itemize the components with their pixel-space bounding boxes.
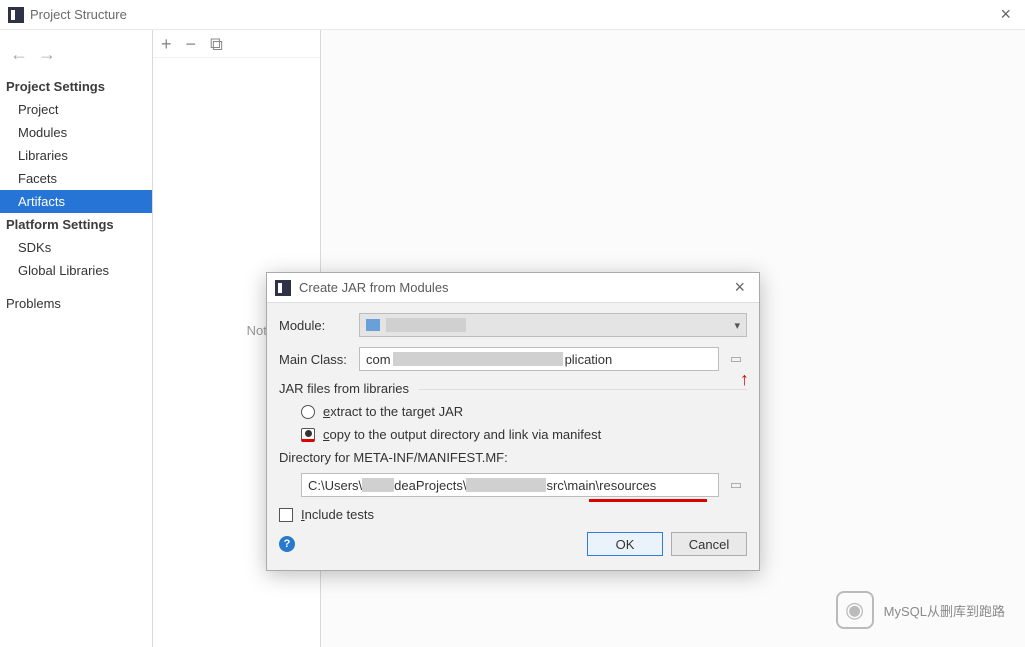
back-icon[interactable]: ← bbox=[10, 44, 28, 65]
radio-copy[interactable]: copy to the output directory and link vi… bbox=[279, 427, 747, 442]
watermark-text: MySQL从删库到跑路 bbox=[884, 601, 1005, 620]
cancel-button[interactable]: Cancel bbox=[671, 532, 747, 556]
sidebar-item-sdks[interactable]: SDKs bbox=[0, 236, 152, 259]
sidebar-item-libraries[interactable]: Libraries bbox=[0, 144, 152, 167]
module-combobox[interactable]: ▾ bbox=[359, 313, 747, 337]
sidebar-item-facets[interactable]: Facets bbox=[0, 167, 152, 190]
copy-icon[interactable]: ⧉ bbox=[210, 35, 223, 53]
help-icon[interactable]: ? bbox=[279, 536, 295, 552]
redacted-project bbox=[466, 478, 546, 492]
forward-icon[interactable]: → bbox=[38, 44, 56, 65]
sidebar-item-global-libraries[interactable]: Global Libraries bbox=[0, 259, 152, 282]
dir-part2: deaProjects\ bbox=[394, 478, 466, 493]
radio-icon bbox=[301, 405, 315, 419]
sidebar-item-modules[interactable]: Modules bbox=[0, 121, 152, 144]
dir-part3: src\main\resources bbox=[546, 478, 656, 493]
jar-files-fieldset-label: JAR files from libraries bbox=[279, 381, 747, 396]
app-icon bbox=[275, 280, 291, 296]
section-project-settings: Project Settings bbox=[0, 75, 152, 98]
main-class-suffix: plication bbox=[565, 352, 613, 367]
module-label: Module: bbox=[279, 318, 359, 333]
redacted-package bbox=[393, 352, 563, 366]
close-icon[interactable]: × bbox=[994, 4, 1017, 25]
add-icon[interactable]: + bbox=[161, 35, 172, 53]
sidebar: ← → Project Settings Project Modules Lib… bbox=[0, 30, 153, 647]
dir-part1: C:\Users\ bbox=[308, 478, 362, 493]
chevron-down-icon: ▾ bbox=[734, 319, 740, 332]
radio-extract[interactable]: extract to the target JAR bbox=[279, 404, 747, 419]
wechat-icon: ◉ bbox=[836, 591, 874, 629]
sidebar-item-project[interactable]: Project bbox=[0, 98, 152, 121]
dialog-close-icon[interactable]: × bbox=[728, 277, 751, 298]
watermark: ◉ MySQL从删库到跑路 bbox=[836, 591, 1005, 629]
manifest-dir-label: Directory for META-INF/MANIFEST.MF: bbox=[279, 450, 747, 465]
module-icon bbox=[366, 319, 380, 331]
create-jar-dialog: Create JAR from Modules × Module: ▾ Main… bbox=[266, 272, 760, 571]
sidebar-item-artifacts[interactable]: Artifacts bbox=[0, 190, 152, 213]
include-tests-checkbox[interactable]: Include tests bbox=[279, 507, 747, 522]
dialog-titlebar: Create JAR from Modules × bbox=[267, 273, 759, 303]
section-platform-settings: Platform Settings bbox=[0, 213, 152, 236]
redacted-module-name bbox=[386, 318, 466, 332]
radio-extract-label: extract to the target JAR bbox=[323, 404, 463, 419]
annotation-underline bbox=[589, 499, 707, 502]
redacted-user bbox=[362, 478, 394, 492]
manifest-dir-field[interactable]: C:\Users\ deaProjects\ src\main\resource… bbox=[301, 473, 719, 497]
main-titlebar: Project Structure × bbox=[0, 0, 1025, 30]
app-icon bbox=[8, 7, 24, 23]
browse-dir-icon[interactable]: ▭ bbox=[725, 474, 747, 496]
radio-copy-label: copy to the output directory and link vi… bbox=[323, 427, 601, 442]
checkbox-icon bbox=[279, 508, 293, 522]
include-tests-label: Include tests bbox=[301, 507, 374, 522]
remove-icon[interactable]: − bbox=[186, 35, 197, 53]
sidebar-item-problems[interactable]: Problems bbox=[0, 292, 152, 315]
window-title: Project Structure bbox=[30, 7, 994, 22]
dialog-title: Create JAR from Modules bbox=[299, 280, 728, 295]
browse-main-class-icon[interactable]: ▭ bbox=[725, 348, 747, 370]
radio-icon bbox=[301, 428, 315, 442]
ok-button[interactable]: OK bbox=[587, 532, 663, 556]
main-class-field[interactable]: com plication bbox=[359, 347, 719, 371]
main-class-label: Main Class: bbox=[279, 352, 359, 367]
main-class-prefix: com bbox=[366, 352, 391, 367]
